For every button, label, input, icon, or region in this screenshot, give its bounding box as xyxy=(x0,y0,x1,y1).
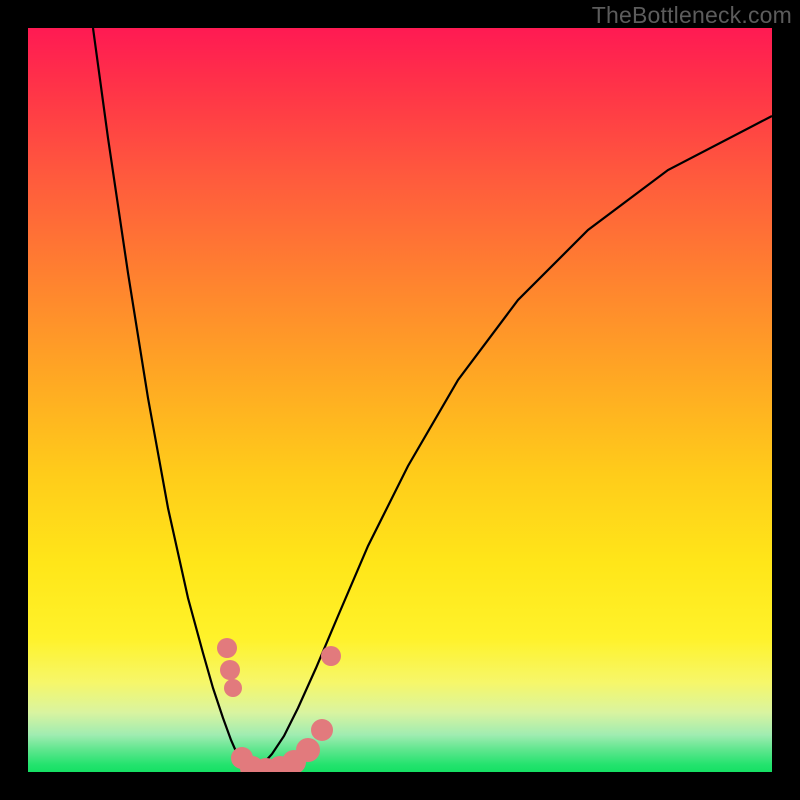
curve-marker xyxy=(217,638,237,658)
curve-marker xyxy=(220,660,240,680)
watermark-text: TheBottleneck.com xyxy=(592,2,792,29)
bottleneck-curve xyxy=(28,28,772,772)
chart-frame: TheBottleneck.com xyxy=(0,0,800,800)
marker-group xyxy=(217,638,341,772)
plot-area xyxy=(28,28,772,772)
curve-path xyxy=(93,28,772,768)
curve-marker xyxy=(321,646,341,666)
curve-marker xyxy=(296,738,320,762)
curve-marker xyxy=(311,719,333,741)
curve-marker xyxy=(224,679,242,697)
